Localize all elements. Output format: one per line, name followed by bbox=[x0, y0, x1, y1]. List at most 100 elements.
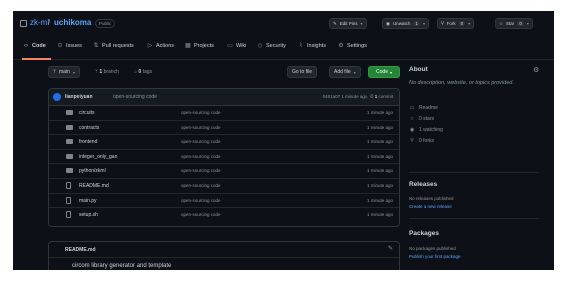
forks-link[interactable]: Ⴤ 0 forks bbox=[409, 138, 435, 144]
tab-security[interactable]: ◇ Security bbox=[257, 43, 286, 49]
shield-icon: ◇ bbox=[257, 43, 263, 49]
packages-title[interactable]: Packages bbox=[409, 230, 439, 237]
tab-insights-label: Insights bbox=[307, 43, 326, 49]
pencil-icon[interactable]: ✎ bbox=[388, 245, 393, 252]
readme-link[interactable]: ▭ Readme bbox=[409, 105, 438, 111]
divider bbox=[409, 218, 539, 219]
table-row[interactable]: main.py open-sourcing code 1 minute ago bbox=[49, 194, 399, 209]
file-time: 1 minute ago bbox=[366, 212, 393, 218]
file-name[interactable]: frontend bbox=[79, 139, 97, 145]
tab-actions-label: Actions bbox=[156, 43, 175, 49]
edit-pins-button[interactable]: ✎ Edit Pins ▾ bbox=[329, 18, 367, 29]
star-count: 0 bbox=[517, 21, 524, 26]
commit-count[interactable]: 1 bbox=[375, 94, 378, 99]
commit-hash[interactable]: 0461a07 bbox=[323, 94, 341, 99]
file-commit-message[interactable]: open-sourcing code bbox=[181, 154, 221, 159]
tab-pull-requests[interactable]: ⇅ Pull requests bbox=[93, 43, 134, 49]
file-name[interactable]: main.py bbox=[79, 198, 97, 204]
stars-link[interactable]: ☆ 0 stars bbox=[409, 116, 434, 122]
code-button[interactable]: Code ▾ bbox=[368, 66, 400, 78]
file-commit-message[interactable]: open-sourcing code bbox=[181, 139, 221, 144]
tab-insights[interactable]: ⌇ Insights bbox=[298, 43, 326, 49]
file-commit-message[interactable]: open-sourcing code bbox=[181, 125, 221, 130]
table-row[interactable]: integer_only_gan open-sourcing code 1 mi… bbox=[49, 150, 399, 165]
fork-icon: Ⴤ bbox=[441, 20, 444, 26]
file-commit-message[interactable]: open-sourcing code bbox=[181, 183, 221, 188]
tab-issues[interactable]: ⊙ Issues bbox=[57, 43, 82, 49]
file-commit-message[interactable]: open-sourcing code bbox=[181, 198, 221, 203]
releases-title[interactable]: Releases bbox=[409, 181, 437, 188]
file-time: 1 minute ago bbox=[366, 110, 393, 115]
star-icon: ☆ bbox=[499, 20, 504, 26]
table-row[interactable]: contracts open-sourcing code 1 minute ag… bbox=[49, 121, 399, 136]
watching-link[interactable]: ◉ 1 watching bbox=[409, 127, 443, 133]
branch-icon: ᛘ bbox=[95, 69, 99, 75]
table-row[interactable]: python/zkml open-sourcing code 1 minute … bbox=[49, 164, 399, 179]
fork-label: Fork bbox=[446, 21, 456, 26]
table-row[interactable]: setup.sh open-sourcing code 1 minute ago bbox=[49, 208, 399, 223]
github-repo-page: zk-ml / uchikoma Public ✎ Edit Pins ▾ ◉ … bbox=[13, 11, 554, 270]
tags-link[interactable]: ⌂ 0 tags bbox=[134, 69, 152, 75]
publish-package-link[interactable]: Publish your first package bbox=[409, 254, 461, 259]
avatar[interactable] bbox=[53, 93, 61, 101]
eye-icon: ◉ bbox=[409, 127, 415, 133]
commit-message[interactable]: open-sourcing code bbox=[113, 94, 157, 100]
file-name[interactable]: integer_only_gan bbox=[79, 154, 117, 160]
add-file-button[interactable]: Add file ▾ bbox=[329, 66, 361, 78]
book-icon: ▭ bbox=[227, 43, 233, 49]
branch-label: branch bbox=[103, 69, 119, 75]
folder-icon bbox=[66, 124, 73, 130]
tab-actions[interactable]: ▷ Actions bbox=[147, 43, 174, 49]
gear-icon[interactable]: ⚙ bbox=[533, 66, 539, 74]
commit-count-label[interactable]: commit bbox=[379, 94, 394, 99]
star-button[interactable]: ☆ Star 0 ▾ bbox=[495, 18, 533, 29]
readme-body-text: circom library generator and template bbox=[72, 263, 172, 269]
file-icon bbox=[66, 196, 71, 204]
divider bbox=[409, 172, 539, 173]
fork-button[interactable]: Ⴤ Fork 0 ▾ bbox=[437, 18, 475, 29]
active-tab-indicator bbox=[22, 58, 51, 60]
readme-link-label: Readme bbox=[419, 105, 438, 111]
branch-select[interactable]: ᛘ main ▾ bbox=[48, 66, 80, 78]
table-row[interactable]: circuits open-sourcing code 1 minute ago bbox=[49, 106, 399, 121]
tab-security-label: Security bbox=[266, 43, 286, 49]
file-commit-message[interactable]: open-sourcing code bbox=[181, 168, 221, 173]
add-file-label: Add file bbox=[334, 69, 351, 75]
unwatch-button[interactable]: ◉ Unwatch 1 ▾ bbox=[382, 18, 429, 29]
file-time: 1 minute ago bbox=[366, 197, 393, 203]
readme-panel: README.md ✎ circom library generator and… bbox=[48, 241, 400, 270]
tab-projects-label: Projects bbox=[194, 43, 214, 49]
file-time: 1 minute ago bbox=[366, 124, 393, 130]
history-icon: ⏲ bbox=[369, 94, 374, 99]
file-name[interactable]: contracts bbox=[79, 125, 99, 131]
tab-issues-label: Issues bbox=[66, 43, 82, 49]
tab-wiki[interactable]: ▭ Wiki bbox=[227, 43, 246, 49]
repo-owner-link[interactable]: zk-ml bbox=[30, 18, 49, 27]
file-name[interactable]: circuits bbox=[79, 110, 95, 116]
go-to-file-label: Go to file bbox=[292, 69, 313, 75]
fork-icon: Ⴤ bbox=[410, 138, 414, 144]
go-to-file-button[interactable]: Go to file bbox=[287, 66, 318, 78]
branches-link[interactable]: ᛘ 1 branch bbox=[95, 69, 119, 75]
table-row[interactable]: README.md open-sourcing code 1 minute ag… bbox=[49, 179, 399, 194]
visibility-badge: Public bbox=[95, 19, 116, 28]
file-commit-message[interactable]: open-sourcing code bbox=[181, 110, 221, 115]
star-icon: ☆ bbox=[409, 116, 415, 122]
tab-projects[interactable]: ▦ Projects bbox=[185, 43, 214, 49]
tab-settings[interactable]: ⚙ Settings bbox=[338, 43, 367, 49]
tab-code[interactable]: ‹› Code bbox=[23, 43, 46, 49]
repo-path-separator: / bbox=[48, 18, 51, 27]
table-row[interactable]: frontend open-sourcing code 1 minute ago bbox=[49, 135, 399, 150]
file-name[interactable]: python/zkml bbox=[79, 168, 106, 174]
repo-name-link[interactable]: uchikoma bbox=[54, 18, 91, 27]
file-name[interactable]: README.md bbox=[79, 183, 109, 189]
repo-nav: ‹› Code ⊙ Issues ⇅ Pull requests ▷ Actio… bbox=[13, 36, 554, 60]
file-commit-message[interactable]: open-sourcing code bbox=[181, 212, 221, 217]
commit-author[interactable]: lianpeiyuan bbox=[65, 94, 93, 100]
create-release-link[interactable]: Create a new release bbox=[409, 204, 452, 209]
tab-pull-requests-label: Pull requests bbox=[102, 43, 134, 49]
file-time: 1 minute ago bbox=[366, 183, 393, 188]
fork-count: 0 bbox=[458, 21, 466, 26]
eye-icon: ◉ bbox=[386, 20, 390, 26]
file-name[interactable]: setup.sh bbox=[79, 212, 98, 218]
